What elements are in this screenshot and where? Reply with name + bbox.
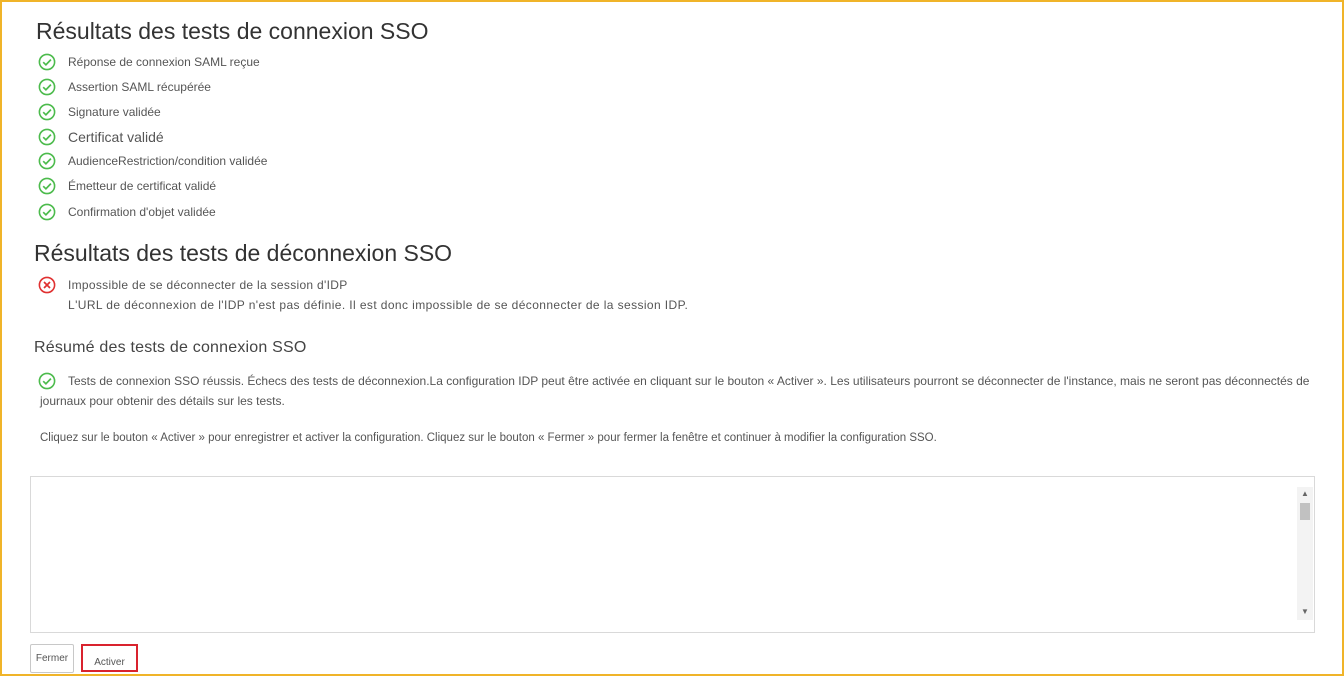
error-circle-icon bbox=[38, 276, 56, 294]
login-result-item: Confirmation d'objet validée bbox=[38, 202, 216, 222]
activate-button[interactable]: Activer bbox=[81, 644, 138, 672]
login-result-item: Assertion SAML récupérée bbox=[38, 77, 211, 97]
logout-results-title: Résultats des tests de déconnexion SSO bbox=[34, 240, 453, 266]
check-circle-icon bbox=[38, 372, 56, 390]
check-circle-icon bbox=[38, 203, 56, 221]
scroll-down-arrow-icon[interactable]: ▼ bbox=[1301, 608, 1309, 616]
login-result-item: AudienceRestriction/condition validée bbox=[38, 151, 267, 171]
logout-error-label: Impossible de se déconnecter de la sessi… bbox=[68, 278, 348, 292]
scrollbar-thumb[interactable] bbox=[1300, 503, 1310, 520]
log-scrollbar[interactable]: ▲ ▼ bbox=[1297, 487, 1313, 620]
login-results-title: Résultats des tests de connexion SSO bbox=[36, 18, 429, 44]
logout-error-detail: L'URL de déconnexion de l'IDP n'est pas … bbox=[68, 298, 689, 312]
check-circle-icon bbox=[38, 53, 56, 71]
check-circle-icon bbox=[38, 177, 56, 195]
check-circle-icon bbox=[38, 128, 56, 146]
close-button[interactable]: Fermer bbox=[30, 644, 74, 673]
login-result-label: AudienceRestriction/condition validée bbox=[68, 154, 268, 168]
summary-line-2: journaux pour obtenir des détails sur le… bbox=[40, 394, 285, 408]
login-result-item: Émetteur de certificat validé bbox=[38, 176, 216, 196]
check-circle-icon bbox=[38, 78, 56, 96]
login-result-label: Réponse de connexion SAML reçue bbox=[68, 55, 260, 69]
login-result-label: Signature validée bbox=[68, 105, 161, 119]
scroll-up-arrow-icon[interactable]: ▲ bbox=[1301, 490, 1309, 498]
login-result-item: Réponse de connexion SAML reçue bbox=[38, 52, 260, 72]
login-result-item: Signature validée bbox=[38, 102, 161, 122]
login-result-item: Certificat validé bbox=[38, 127, 164, 147]
instructions-text: Cliquez sur le bouton « Activer » pour e… bbox=[40, 432, 937, 444]
login-result-label: Assertion SAML récupérée bbox=[68, 80, 211, 94]
test-log-textarea[interactable] bbox=[30, 476, 1315, 633]
check-circle-icon bbox=[38, 152, 56, 170]
summary-line-1: Tests de connexion SSO réussis. Échecs d… bbox=[68, 374, 1310, 388]
summary-title: Résumé des tests de connexion SSO bbox=[34, 339, 307, 356]
login-result-label: Certificat validé bbox=[68, 129, 164, 145]
sso-test-results-window: Résultats des tests de connexion SSO Rép… bbox=[0, 0, 1344, 676]
login-result-label: Émetteur de certificat validé bbox=[68, 179, 217, 193]
summary-result-item: Tests de connexion SSO réussis. Échecs d… bbox=[38, 371, 1309, 391]
logout-error-item: Impossible de se déconnecter de la sessi… bbox=[38, 275, 348, 295]
login-result-label: Confirmation d'objet validée bbox=[68, 205, 216, 219]
check-circle-icon bbox=[38, 103, 56, 121]
